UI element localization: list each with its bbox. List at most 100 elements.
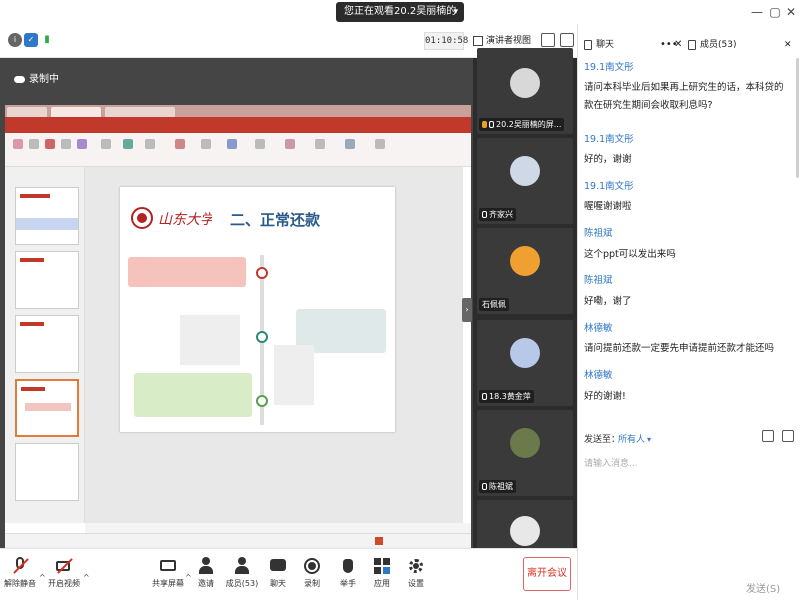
slide-thumbnail[interactable] — [15, 315, 79, 373]
apps-button[interactable]: 应用 — [364, 557, 400, 597]
cloud-icon — [14, 75, 25, 83]
participant-name: 石佩佩 — [479, 298, 509, 311]
settings-button[interactable]: 设置 — [398, 557, 434, 597]
signal-icon[interactable]: ▮ — [40, 33, 54, 47]
close-icon[interactable]: ✕ — [784, 36, 792, 54]
panel-tabs: 聊天 ••• ✕ 成员(53) ✕ — [578, 32, 800, 58]
participant-card[interactable]: 陈祖斌 — [477, 410, 573, 496]
ppt-tab[interactable] — [105, 107, 175, 117]
shared-screen-stage: 录制中 山东大学 二、正常还款 › — [0, 58, 473, 575]
shared-ppt-window[interactable]: 山东大学 二、正常还款 — [5, 105, 471, 575]
chat-sender: 陈祖斌 — [584, 275, 613, 286]
invite-icon — [197, 557, 215, 575]
chat-icon — [584, 39, 592, 50]
unmute-button[interactable]: 解除静音 — [2, 557, 38, 597]
chat-message: 喔喔谢谢啦 — [584, 201, 632, 212]
chat-message: 好嘞，谢了 — [584, 296, 632, 307]
chat-message: 好的谢谢! — [584, 391, 626, 402]
ppt-status-bar — [5, 533, 471, 547]
participant-card[interactable]: 18.3黄金萍 — [477, 320, 573, 406]
ppt-tab[interactable] — [7, 107, 47, 117]
mic-icon — [482, 483, 487, 490]
participant-card[interactable]: 石佩佩 — [477, 228, 573, 314]
chevron-up-icon[interactable]: ^ — [39, 573, 46, 582]
avatar — [510, 246, 540, 276]
participant-card[interactable]: 20.2吴丽楠的屏... — [477, 48, 573, 134]
ppt-menu-bar — [5, 117, 471, 133]
raise-hand-button[interactable]: 举手 — [330, 557, 366, 597]
chat-input[interactable]: 请输入消息... — [584, 456, 638, 469]
viewing-screen-indicator[interactable]: 您正在观看20.2吴丽楠的屏幕 ▾ — [336, 2, 464, 37]
chat-message: 请问本科毕业后如果再上研究生的话，本科贷的款在研究生期间会收取利息吗? — [584, 82, 784, 111]
leave-meeting-button[interactable]: 离开会议 — [523, 557, 571, 591]
minimize-icon[interactable]: — — [749, 4, 765, 20]
chat-messages: 19.1南文彤 请问本科毕业后如果再上研究生的话，本科贷的款在研究生期间会收取利… — [578, 58, 798, 428]
record-button[interactable]: 录制 — [294, 557, 330, 597]
mic-icon — [489, 121, 494, 128]
maximize-icon[interactable]: ▢ — [767, 4, 783, 20]
chat-button[interactable]: 聊天 — [260, 557, 296, 597]
slide-title: 二、正常还款 — [230, 211, 321, 229]
participant-card[interactable] — [477, 500, 573, 550]
participant-name: 齐家兴 — [479, 208, 516, 221]
file-icon[interactable] — [762, 430, 774, 442]
avatar — [510, 516, 540, 546]
slide-thumbnail[interactable] — [15, 443, 79, 501]
ppt-slide-canvas: 山东大学 二、正常还款 — [85, 167, 463, 523]
chat-message: 请问提前还款一定要先申请提前还款才能还吗 — [584, 343, 775, 354]
chat-sender: 陈祖斌 — [584, 228, 613, 239]
chevron-right-icon[interactable]: › — [462, 298, 472, 322]
tab-chat[interactable]: 聊天 — [584, 36, 614, 54]
current-slide: 山东大学 二、正常还款 — [120, 187, 395, 432]
chat-sender: 林德敏 — [584, 370, 613, 381]
participant-name: 18.3黄金萍 — [479, 390, 534, 403]
chevron-up-icon[interactable]: ^ — [83, 573, 90, 582]
participant-column: 20.2吴丽楠的屏... 齐家兴 石佩佩 18.3黄金萍 陈祖斌 — [473, 48, 577, 550]
chat-sender: 19.1南文彤 — [584, 181, 634, 192]
slide-thumbnail[interactable] — [15, 251, 79, 309]
trash-icon[interactable] — [782, 430, 794, 442]
invite-button[interactable]: 邀请 — [188, 557, 224, 597]
recording-indicator: 录制中 — [14, 70, 59, 85]
layout-icon[interactable] — [560, 33, 574, 47]
send-to-label: 发送至： — [584, 435, 621, 445]
slide-thumbnail[interactable] — [15, 187, 79, 245]
members-button[interactable]: 成员(53) — [222, 557, 262, 597]
slide-thumbnail-selected[interactable] — [15, 379, 79, 437]
chat-icon — [269, 557, 287, 575]
video-off-icon — [55, 557, 73, 575]
hand-icon — [339, 557, 357, 575]
avatar — [510, 338, 540, 368]
close-icon[interactable]: ✕ — [783, 4, 799, 20]
send-to-select[interactable]: 所有人 ▾ — [618, 432, 651, 445]
record-icon — [303, 557, 321, 575]
avatar — [510, 156, 540, 186]
members-icon — [688, 39, 696, 50]
info-icon[interactable]: i — [8, 33, 22, 47]
title-bar: 您正在观看20.2吴丽楠的屏幕 ▾ — ▢ ✕ — [0, 0, 800, 37]
view-label: 演讲者视图 — [486, 36, 532, 46]
tab-members[interactable]: 成员(53) — [688, 36, 736, 54]
ppt-tab[interactable] — [51, 107, 101, 117]
chevron-down-icon: ▾ — [647, 435, 652, 444]
logo-text: 山东大学 — [158, 212, 212, 228]
participant-name: 陈祖斌 — [479, 480, 516, 493]
chat-message: 好的，谢谢 — [584, 154, 632, 165]
ppt-ribbon — [5, 133, 471, 167]
close-tab-icon[interactable]: ✕ — [674, 36, 682, 54]
avatar — [510, 68, 540, 98]
members-icon — [233, 557, 251, 575]
share-icon — [482, 121, 487, 128]
shield-icon[interactable]: ✓ — [24, 33, 38, 47]
chat-scrollbar[interactable] — [796, 58, 799, 178]
participant-card[interactable]: 齐家兴 — [477, 138, 573, 224]
send-button[interactable]: 发送(S) — [746, 580, 780, 595]
meeting-window: 您正在观看20.2吴丽楠的屏幕 ▾ — ▢ ✕ i ✓ ▮ 01:10:58 演… — [0, 0, 800, 600]
start-video-button[interactable]: 开启视频 — [46, 557, 82, 597]
chevron-down-icon: ▾ — [453, 7, 458, 17]
participant-name: 20.2吴丽楠的屏... — [479, 118, 565, 131]
mic-icon — [482, 393, 487, 400]
share-screen-button[interactable]: 共享屏幕 — [150, 557, 186, 597]
fullscreen-icon[interactable] — [541, 33, 555, 47]
avatar — [510, 428, 540, 458]
